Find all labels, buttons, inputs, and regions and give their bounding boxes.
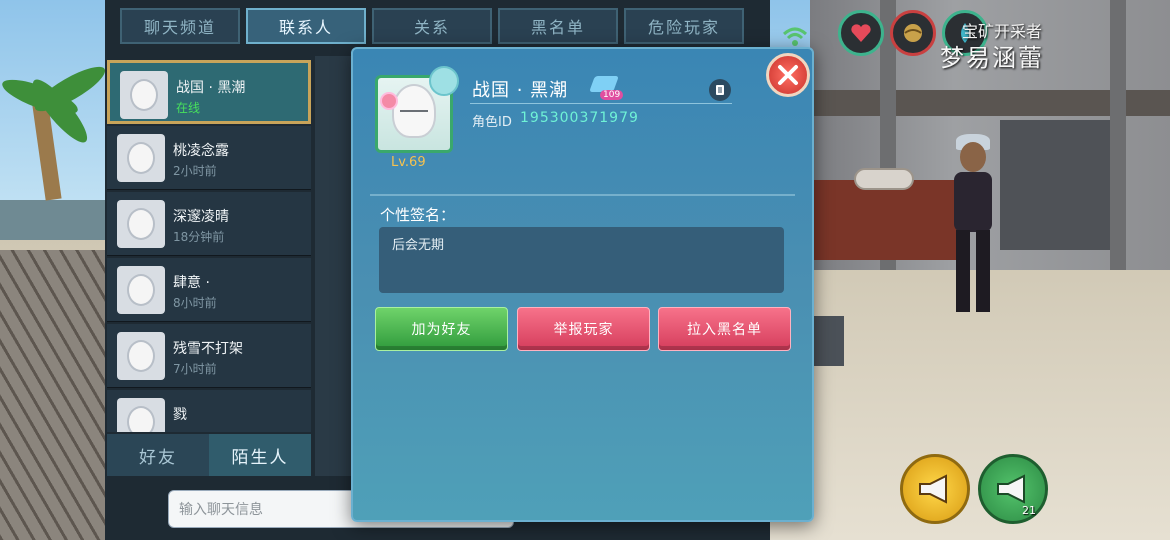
railing [0,250,110,540]
role-id-label: 角色ID [472,115,512,130]
tab-strangers[interactable]: 陌生人 [209,434,311,476]
contact-status: 7小时前 [173,362,217,376]
tab-blacklist[interactable]: 黑名单 [498,8,618,44]
crate [812,316,844,366]
avatar [117,134,165,182]
contact-name: 残雪不打架 [173,341,243,357]
tab-chat-channel[interactable]: 聊天频道 [120,8,240,44]
signature-label: 个性签名： [380,206,456,224]
contact-item[interactable]: 肆意 · 8小时前 [107,258,311,322]
contact-filter-tabs: 好友 陌生人 [107,434,311,476]
role-id-value: 195300371979 [520,110,639,126]
palm-tree [0,0,111,201]
contact-status: 18分钟前 [173,230,225,244]
chat-area [315,56,355,476]
divider [370,194,795,196]
ball-icon[interactable] [890,10,936,56]
contact-status: 2小时前 [173,164,217,178]
contact-item[interactable]: 桃凌念露 2小时前 [107,126,311,190]
avatar [117,266,165,314]
player-name: 梦易涵蕾 [940,44,1044,72]
pet-icon [429,66,459,96]
avatar [120,71,168,119]
add-to-blacklist-button[interactable]: 拉入黑名单 [658,307,791,351]
close-icon [778,65,798,85]
contact-status: 8小时前 [173,296,217,310]
flower-icon [380,92,398,110]
contact-list: 战国 · 黑潮 在线 桃凌念露 2小时前 深邃凌晴 18分钟前 肆意 · 8小时… [107,60,311,432]
contact-name: 桃凌念露 [173,143,229,159]
copy-icon [716,85,724,95]
player-character[interactable] [938,134,1008,318]
megaphone-icon [997,474,1025,504]
social-tabs: 聊天频道 联系人 关系 黑名单 危险玩家 [120,8,744,44]
player-level: Lv.69 [391,155,426,170]
contact-name: 深邃凌晴 [173,209,229,225]
avatar [117,398,165,432]
report-player-button[interactable]: 举报玩家 [517,307,650,351]
close-button[interactable] [766,53,810,97]
contact-name: 战国 · 黑潮 [176,80,246,96]
contact-name: 肆意 · [173,275,210,291]
world-horn-button[interactable] [900,454,970,524]
contact-item[interactable]: 戮 [107,390,311,432]
contact-item[interactable]: 战国 · 黑潮 在线 [107,60,311,124]
horn-count: 21 [1022,504,1036,517]
profile-name: 战国 · 黑潮 [472,80,569,101]
contact-item[interactable]: 残雪不打架 7小时前 [107,324,311,388]
contact-item[interactable]: 深邃凌晴 18分钟前 [107,192,311,256]
tab-danger-players[interactable]: 危险玩家 [624,8,744,44]
megaphone-icon [919,474,947,504]
badge-level: 109 [600,90,624,100]
add-friend-button[interactable]: 加为好友 [375,307,508,351]
avatar [117,200,165,248]
signature-text: 后会无期 [392,238,445,253]
tab-friends[interactable]: 好友 [107,434,209,476]
contact-status: 在线 [176,101,201,115]
avatar [117,332,165,380]
copy-id-button[interactable] [709,79,731,101]
divider [470,103,732,104]
tab-contacts[interactable]: 联系人 [246,8,366,44]
contact-name: 戮 [173,407,187,423]
tab-relations[interactable]: 关系 [372,8,492,44]
horn-button[interactable] [978,454,1048,524]
heart-icon[interactable] [838,10,884,56]
vip-badge-icon: 109 [589,74,624,100]
